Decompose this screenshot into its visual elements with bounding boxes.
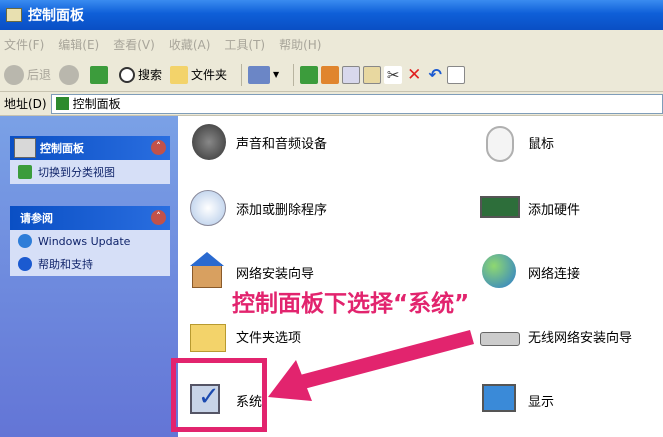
folders-icon xyxy=(170,65,189,84)
toolbar-divider xyxy=(293,63,295,86)
annotation-callout: 控制面板下选择“系统” xyxy=(232,291,470,317)
see-also-box-header[interactable]: 请参阅 ˄ xyxy=(10,206,170,230)
back-arrow-icon xyxy=(4,64,24,85)
up-button[interactable] xyxy=(90,65,111,84)
add-hardware-icon xyxy=(478,186,522,230)
menu-file[interactable]: 文件(F) xyxy=(4,36,44,53)
system-highlight-box xyxy=(171,358,267,432)
search-button[interactable]: 搜索 xyxy=(119,66,162,83)
wireless-network-setup-item[interactable]: 无线网络安装向导 xyxy=(478,314,632,358)
control-panel-box: 控制面板 ˄ 切换到分类视图 xyxy=(10,136,170,184)
back-button[interactable]: 后退 xyxy=(4,64,51,85)
help-support-link[interactable]: 帮助和支持 xyxy=(10,252,170,276)
toolbar: 后退 搜索 文件夹 ▼ ✂ ✕ ↶ xyxy=(0,58,663,92)
collapse-icon[interactable]: ˄ xyxy=(151,140,166,155)
properties-icon[interactable] xyxy=(447,65,466,84)
menu-favorites[interactable]: 收藏(A) xyxy=(169,36,211,53)
paste-icon[interactable] xyxy=(363,65,382,84)
network-setup-icon xyxy=(186,250,230,294)
search-icon xyxy=(119,66,136,83)
help-icon xyxy=(18,257,32,271)
sound-audio-devices-item[interactable]: 声音和音频设备 xyxy=(186,120,327,164)
window-titlebar: 控制面板 xyxy=(0,0,663,30)
folder-options-icon xyxy=(186,314,230,358)
window-title: 控制面板 xyxy=(28,8,84,24)
address-bar: 地址(D) 控制面板 xyxy=(0,92,663,116)
undo-icon[interactable]: ↶ xyxy=(426,65,444,84)
home-icon[interactable] xyxy=(321,65,340,84)
wireless-setup-icon xyxy=(478,314,522,358)
network-connections-item[interactable]: 网络连接 xyxy=(478,250,580,294)
see-also-box: 请参阅 ˄ Windows Update 帮助和支持 xyxy=(10,206,170,276)
category-view-icon xyxy=(18,165,32,179)
task-pane: 控制面板 ˄ 切换到分类视图 请参阅 ˄ Windows Update 帮助和支… xyxy=(0,116,178,437)
speaker-icon xyxy=(186,120,230,164)
menu-help[interactable]: 帮助(H) xyxy=(279,36,321,53)
switch-category-view-link[interactable]: 切换到分类视图 xyxy=(10,160,170,184)
copy-icon[interactable] xyxy=(342,65,361,84)
folder-options-item[interactable]: 文件夹选项 xyxy=(186,314,301,358)
menu-edit[interactable]: 编辑(E) xyxy=(58,36,99,53)
mouse-icon xyxy=(478,120,522,164)
folders-button[interactable]: 文件夹 xyxy=(170,65,227,84)
forward-button[interactable] xyxy=(59,64,82,85)
address-value: 控制面板 xyxy=(72,97,121,111)
display-item[interactable]: 显示 xyxy=(478,378,554,422)
views-button[interactable]: ▼ xyxy=(248,65,280,84)
mouse-item[interactable]: 鼠标 xyxy=(478,120,554,164)
collapse-icon[interactable]: ˄ xyxy=(151,210,166,225)
add-remove-programs-item[interactable]: 添加或删除程序 xyxy=(186,186,327,230)
folder-up-icon xyxy=(90,65,109,84)
add-hardware-item[interactable]: 添加硬件 xyxy=(478,186,580,230)
windows-update-link[interactable]: Windows Update xyxy=(10,230,170,252)
delete-icon[interactable]: ✕ xyxy=(405,66,423,84)
control-panel-icon xyxy=(6,8,22,22)
views-icon xyxy=(248,65,271,84)
address-input[interactable]: 控制面板 xyxy=(50,93,663,114)
control-panel-box-header[interactable]: 控制面板 ˄ xyxy=(10,136,170,160)
windows-update-icon xyxy=(18,234,32,248)
control-panel-icon xyxy=(55,97,69,110)
toolbar-divider xyxy=(241,63,243,86)
menu-tools[interactable]: 工具(T) xyxy=(224,36,265,53)
network-connections-icon xyxy=(478,250,522,294)
control-panel-icon xyxy=(14,138,36,158)
cut-icon[interactable]: ✂ xyxy=(384,65,403,84)
refresh-icon[interactable] xyxy=(300,65,319,84)
menu-bar: 文件(F) 编辑(E) 查看(V) 收藏(A) 工具(T) 帮助(H) xyxy=(0,30,663,58)
add-remove-programs-icon xyxy=(186,186,230,230)
menu-view[interactable]: 查看(V) xyxy=(113,36,155,53)
forward-arrow-icon xyxy=(59,64,80,85)
address-label: 地址(D) xyxy=(4,97,47,111)
chevron-down-icon: ▼ xyxy=(273,70,280,79)
display-icon xyxy=(478,378,522,422)
